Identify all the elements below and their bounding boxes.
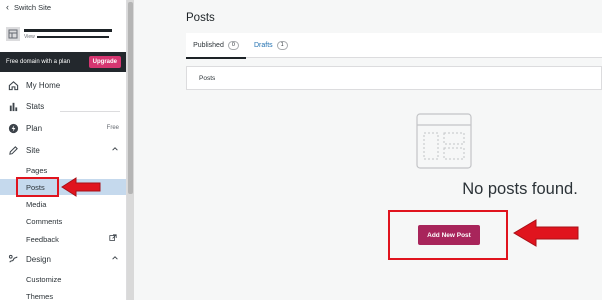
red-arrow-left-icon: [61, 177, 101, 197]
sidebar-subitem-label: Themes: [26, 291, 54, 300]
tab-label: Drafts: [254, 42, 273, 49]
posts-highlight-box: [16, 177, 59, 197]
sidebar-subitem-themes[interactable]: Themes: [0, 288, 126, 300]
empty-state-message: No posts found.: [462, 180, 578, 198]
sidebar-scrollbar[interactable]: [127, 0, 134, 300]
sidebar-item-plan[interactable]: Plan Free: [0, 120, 126, 136]
tab-published[interactable]: Published 0: [186, 33, 246, 59]
sidebar-subitem-comments[interactable]: Comments: [0, 213, 126, 229]
site-placeholder-icon: [6, 27, 20, 41]
chevron-up-icon: [111, 254, 119, 264]
upgrade-button[interactable]: Upgrade: [88, 56, 121, 68]
site-header[interactable]: View: [6, 24, 124, 44]
tab-count: 1: [276, 41, 288, 50]
chevron-left-icon: ‹: [6, 2, 9, 12]
external-link-icon: [109, 234, 117, 244]
site-name-redacted: [24, 28, 112, 32]
domain-banner: Free domain with a plan Upgrade: [0, 52, 126, 72]
tab-label: Published: [193, 42, 224, 49]
chevron-up-icon: [111, 145, 119, 155]
empty-posts-illustration-icon: [416, 113, 472, 169]
switch-site-label: Switch Site: [14, 2, 52, 12]
sidebar-subitem-customize[interactable]: Customize: [0, 271, 126, 287]
sidebar-item-label: Design: [26, 254, 51, 264]
divider: [60, 111, 120, 112]
pencil-icon: [8, 145, 19, 156]
site-url-redacted: [36, 35, 109, 38]
sidebar-subitem-feedback[interactable]: Feedback: [0, 231, 126, 247]
sidebar-subitem-label: Customize: [26, 274, 62, 284]
post-status-tabs: Published 0 Drafts 1: [186, 33, 602, 59]
add-new-post-button[interactable]: Add New Post: [418, 225, 480, 245]
sidebar-subitem-media[interactable]: Media: [0, 196, 126, 212]
red-arrow-left-icon: [513, 219, 579, 247]
sidebar-item-site[interactable]: Site: [0, 142, 126, 158]
plan-badge: Free: [106, 125, 119, 131]
posts-list-header: Posts: [186, 66, 602, 90]
tab-count: 0: [227, 41, 239, 50]
plan-icon: [8, 123, 19, 134]
scrollbar-thumb[interactable]: [128, 2, 133, 194]
sidebar-item-my-home[interactable]: My Home: [0, 77, 126, 93]
site-url-prefix: View: [24, 33, 35, 40]
tab-drafts[interactable]: Drafts 1: [254, 33, 288, 58]
banner-text: Free domain with a plan: [6, 59, 71, 65]
sidebar-item-design[interactable]: Design: [0, 251, 126, 267]
sidebar-item-label: Plan: [26, 123, 43, 133]
sidebar-subitem-label: Comments: [26, 216, 63, 226]
sidebar-subitem-label: Feedback: [26, 234, 59, 244]
sidebar: ‹ Switch Site View Free domain with a pl…: [0, 0, 127, 300]
switch-site-link[interactable]: ‹ Switch Site: [6, 2, 51, 12]
posts-list-header-label: Posts: [199, 74, 216, 82]
sidebar-subitem-label: Pages: [26, 165, 48, 175]
stats-icon: [8, 101, 19, 112]
home-icon: [8, 80, 19, 91]
sidebar-item-label: My Home: [26, 80, 61, 90]
sidebar-item-label: Site: [26, 145, 40, 155]
design-icon: [8, 254, 19, 265]
main-content: Posts Published 0 Drafts 1 Posts No post…: [134, 0, 602, 300]
sidebar-item-label: Stats: [26, 101, 45, 111]
site-url: View: [24, 34, 112, 40]
sidebar-subitem-label: Media: [26, 199, 47, 209]
page-title: Posts: [186, 12, 215, 24]
